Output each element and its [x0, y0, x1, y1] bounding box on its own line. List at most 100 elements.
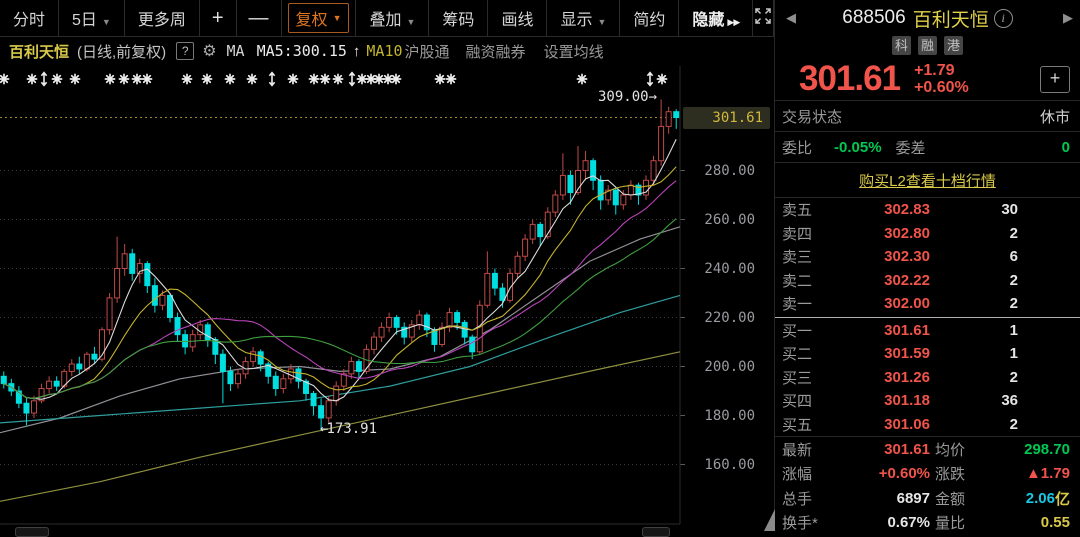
adjust-mode-dropdown[interactable]: 复权▼	[282, 0, 357, 36]
weibi-label: 委比	[782, 137, 812, 158]
gear-icon[interactable]: ⚙	[202, 41, 216, 61]
bid-label: 买四	[782, 390, 826, 411]
simple-mode-button[interactable]: 简约	[620, 0, 679, 36]
help-icon[interactable]: ?	[176, 42, 194, 60]
more-periods-button[interactable]: 更多周	[125, 0, 200, 36]
event-star-icon[interactable]	[52, 74, 61, 83]
next-stock-arrow[interactable]: ▶	[1058, 0, 1078, 36]
more-periods-button-label: 更多周	[138, 12, 186, 29]
bid-row[interactable]: 买四301.1836	[775, 389, 1080, 413]
stat-label: 量比	[935, 512, 990, 533]
draw-line-button[interactable]: 画线	[488, 0, 547, 36]
price-block: 301.61 +1.79 +0.60% +	[775, 58, 1080, 100]
chevron-down-icon: ▼	[333, 13, 342, 23]
chart-toolbar: 分时5日▼更多周+—复权▼叠加▼筹码画线显示▼简约隐藏▶▶	[0, 0, 774, 37]
y-axis-tick-label: 260.00	[682, 211, 774, 229]
buy-l2-link[interactable]: 购买L2查看十档行情	[859, 170, 996, 191]
event-star-icon[interactable]	[435, 74, 444, 83]
display-dropdown[interactable]: 显示▼	[547, 0, 620, 36]
ask-vol: 2	[930, 272, 1018, 289]
event-star-icon[interactable]	[288, 74, 297, 83]
bid-price: 301.26	[826, 369, 930, 386]
event-star-icon[interactable]	[247, 74, 256, 83]
event-star-icon[interactable]	[357, 74, 366, 83]
set-ma-button[interactable]: 设置均线	[544, 41, 604, 62]
event-star-icon[interactable]	[182, 74, 191, 83]
event-star-icon[interactable]	[27, 74, 36, 83]
bid-vol: 1	[930, 345, 1018, 362]
event-star-icon[interactable]	[0, 74, 9, 83]
ask-label: 卖二	[782, 270, 826, 291]
trading-status-label: 交易状态	[782, 106, 842, 127]
hide-panel-button[interactable]: 隐藏▶▶	[679, 0, 753, 36]
tab-minute-chart-label: 分时	[13, 12, 45, 29]
event-star-icon[interactable]	[577, 74, 586, 83]
event-star-icon[interactable]	[309, 74, 318, 83]
event-star-icon[interactable]	[391, 74, 400, 83]
market-badges: 科融港	[775, 36, 1080, 58]
resize-handle[interactable]	[764, 509, 775, 531]
event-arrow-icon[interactable]	[647, 73, 652, 86]
ask-price: 302.83	[826, 201, 930, 218]
bid-row[interactable]: 买一301.611	[775, 319, 1080, 343]
event-star-icon[interactable]	[142, 74, 151, 83]
period-5day-dropdown[interactable]: 5日▼	[59, 0, 125, 36]
hgt-tag[interactable]: 沪股通	[405, 41, 450, 62]
bid-row[interactable]: 买二301.591	[775, 342, 1080, 366]
ask-price: 302.22	[826, 272, 930, 289]
rzrq-tag[interactable]: 融资融券	[466, 41, 526, 62]
stat-label: 最新	[782, 439, 850, 460]
event-arrow-icon[interactable]	[349, 73, 354, 86]
ask-row[interactable]: 卖二302.222	[775, 269, 1080, 293]
ask-vol: 30	[930, 201, 1018, 218]
bid-row[interactable]: 买三301.262	[775, 366, 1080, 390]
event-star-icon[interactable]	[225, 74, 234, 83]
zoom-out-button[interactable]: —	[237, 0, 282, 36]
prev-stock-arrow[interactable]: ◀	[781, 0, 801, 36]
ask-row[interactable]: 卖一302.002	[775, 292, 1080, 316]
event-star-icon[interactable]	[657, 74, 666, 83]
fullscreen-button[interactable]	[753, 0, 774, 36]
ask-label: 卖四	[782, 223, 826, 244]
ask-vol: 2	[930, 295, 1018, 312]
stats-block: 最新301.61均价298.70涨幅+0.60%涨跌▲1.79总手6897金额2…	[775, 436, 1080, 535]
event-star-icon[interactable]	[105, 74, 114, 83]
event-arrow-icon[interactable]	[269, 73, 274, 86]
display-dropdown-label: 显示	[560, 12, 592, 29]
tab-minute-chart[interactable]: 分时	[0, 0, 59, 36]
event-star-icon[interactable]	[333, 74, 342, 83]
bid-vol: 2	[930, 369, 1018, 386]
chevron-down-icon: ▼	[407, 17, 416, 27]
event-star-icon[interactable]	[320, 74, 329, 83]
stock-code: 688506	[842, 7, 905, 29]
event-star-icon[interactable]	[70, 74, 79, 83]
chart-period-label: (日线,前复权)	[77, 41, 166, 62]
double-right-arrow-icon: ▶▶	[727, 17, 739, 27]
overlay-dropdown[interactable]: 叠加▼	[356, 0, 429, 36]
stat-value: 6897	[850, 490, 930, 507]
bid-row[interactable]: 买五301.062	[775, 413, 1080, 437]
event-star-icon[interactable]	[374, 74, 383, 83]
event-star-icon[interactable]	[202, 74, 211, 83]
ask-row[interactable]: 卖三302.306	[775, 245, 1080, 269]
event-star-icon[interactable]	[446, 74, 455, 83]
kline-plot[interactable]	[0, 0, 774, 531]
ask-row[interactable]: 卖四302.802	[775, 222, 1080, 246]
add-to-watchlist-button[interactable]: +	[1040, 66, 1070, 93]
info-icon[interactable]: i	[994, 9, 1013, 28]
high-price-annotation: 309.00→	[505, 89, 655, 105]
zoom-in-button[interactable]: +	[200, 0, 237, 36]
bid-price: 301.18	[826, 392, 930, 409]
y-axis-tick-label: 280.00	[682, 162, 774, 180]
event-star-icon[interactable]	[119, 74, 128, 83]
ask-row[interactable]: 卖五302.8330	[775, 198, 1080, 222]
ma-label: MA	[227, 42, 245, 60]
event-arrow-icon[interactable]	[41, 73, 46, 86]
event-star-icon[interactable]	[132, 74, 141, 83]
up-arrow-icon: ↑	[353, 43, 361, 60]
bid-label: 买五	[782, 414, 826, 435]
ask-price: 302.80	[826, 225, 930, 242]
chip-distribution-button[interactable]: 筹码	[429, 0, 488, 36]
bid-levels: 买一301.611买二301.591买三301.262买四301.1836买五3…	[775, 319, 1080, 437]
right-arrow-icon: →	[649, 89, 655, 105]
